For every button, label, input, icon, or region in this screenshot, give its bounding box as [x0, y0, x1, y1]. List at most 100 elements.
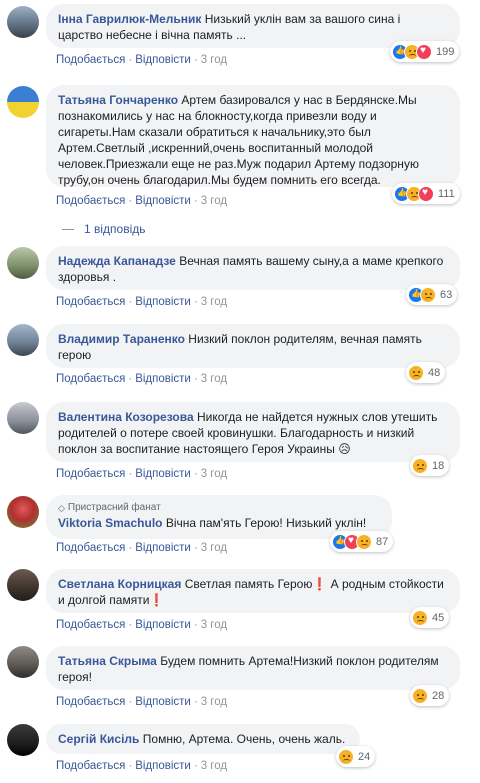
like-link[interactable]: Подобається — [56, 542, 125, 554]
like-link[interactable]: Подобається — [56, 373, 125, 385]
reactions-summary[interactable]: 48 — [406, 362, 446, 383]
comment-actions: Подобається · Відповісти · 3 год — [56, 373, 227, 385]
reaction-count: 48 — [428, 366, 441, 379]
reactions-summary[interactable]: 111 — [392, 183, 460, 204]
timestamp[interactable]: 3 год — [201, 619, 227, 631]
avatar[interactable] — [7, 6, 39, 38]
comment-author[interactable]: Інна Гаврилюк-Мельник — [58, 12, 201, 26]
avatar[interactable] — [7, 724, 39, 756]
comment-author[interactable]: Владимир Тараненко — [58, 332, 185, 346]
avatar[interactable] — [7, 247, 39, 279]
timestamp[interactable]: 3 год — [201, 195, 227, 207]
comment-author[interactable]: Сергій Кисіль — [58, 732, 139, 746]
timestamp[interactable]: 3 год — [201, 373, 227, 385]
comment-actions: Подобається · Відповісти · 3 год — [56, 54, 227, 66]
sad-icon — [420, 286, 436, 303]
fan-badge-label: Пристрасний фанат — [67, 502, 161, 513]
timestamp[interactable]: 3 год — [201, 296, 227, 308]
reactions-summary[interactable]: 63 — [406, 284, 458, 305]
like-link[interactable]: Подобається — [56, 296, 125, 308]
timestamp[interactable]: 3 год — [201, 760, 227, 772]
comment-author[interactable]: Татьяна Скрыма — [58, 654, 157, 668]
separator: · — [128, 373, 133, 385]
love-icon — [418, 185, 434, 202]
like-link[interactable]: Подобається — [56, 468, 125, 480]
avatar[interactable] — [7, 646, 39, 678]
reaction-count: 28 — [432, 689, 445, 702]
separator: · — [193, 468, 198, 480]
separator: · — [128, 296, 133, 308]
comment-author[interactable]: Татьяна Гончаренко — [58, 93, 178, 107]
reply-link[interactable]: Відповісти — [135, 696, 191, 708]
separator: · — [193, 373, 198, 385]
timestamp[interactable]: 3 год — [201, 54, 227, 66]
reply-link[interactable]: Відповісти — [135, 54, 191, 66]
comment-author[interactable]: Viktoria Smachulo — [58, 516, 162, 530]
separator: · — [128, 468, 133, 480]
separator: · — [193, 696, 198, 708]
separator: · — [128, 195, 133, 207]
sad-icon — [338, 748, 354, 765]
avatar[interactable] — [7, 324, 39, 356]
reply-link[interactable]: Відповісти — [135, 468, 191, 480]
comment-author[interactable]: Светлана Корницкая — [58, 577, 181, 591]
reactions-summary[interactable]: 199 — [390, 41, 460, 62]
reaction-count: 24 — [358, 750, 371, 763]
comment-bubble: Сергій Кисіль Помню, Артема. Очень, очен… — [46, 724, 360, 754]
comment-bubble: Владимир Тараненко Низкий поклон родител… — [46, 324, 460, 368]
avatar[interactable] — [7, 86, 39, 118]
reactions-summary[interactable]: 24 — [336, 746, 376, 767]
like-link[interactable]: Подобається — [56, 760, 125, 772]
comment-text: Вічна пам'ять Герою! Низький уклін! — [165, 516, 367, 530]
reply-link[interactable]: Відповісти — [135, 296, 191, 308]
reply-link[interactable]: Відповісти — [135, 619, 191, 631]
comment-bubble: Татьяна Скрыма Будем помнить Артема!Низк… — [46, 646, 460, 690]
diamond-icon: ◇ — [58, 503, 65, 513]
separator: · — [193, 760, 198, 772]
reactions-summary[interactable]: 28 — [410, 685, 450, 706]
comment-bubble: Надежда Капанадзе Вечная память вашему с… — [46, 246, 460, 290]
reactions-summary[interactable]: 45 — [410, 607, 450, 628]
comment-text: Помню, Артема. Очень, очень жаль. — [142, 732, 346, 746]
comment-author[interactable]: Валентина Козорезова — [58, 410, 194, 424]
reaction-count: 45 — [432, 611, 445, 624]
sad-icon — [408, 364, 424, 381]
like-link[interactable]: Подобається — [56, 54, 125, 66]
view-replies-link[interactable]: 1 відповідь — [62, 222, 146, 236]
separator: · — [128, 54, 133, 66]
sad-icon — [412, 457, 428, 474]
timestamp[interactable]: 3 год — [201, 696, 227, 708]
avatar[interactable] — [7, 569, 39, 601]
reactions-summary[interactable]: 18 — [410, 455, 450, 476]
reply-line-icon — [62, 228, 74, 230]
comment-actions: Подобається · Відповісти · 3 год — [56, 296, 227, 308]
love-icon — [416, 43, 432, 60]
comment-text: Артем базировался у нас в Бердянске.Мы п… — [58, 93, 419, 187]
emoji: 😥 — [338, 442, 351, 456]
like-link[interactable]: Подобається — [56, 696, 125, 708]
sad-icon — [412, 609, 428, 626]
avatar[interactable] — [7, 496, 39, 528]
like-link[interactable]: Подобається — [56, 195, 125, 207]
fan-badge: ◇ Пристрасний фанат — [58, 502, 380, 514]
reply-link[interactable]: Відповісти — [135, 373, 191, 385]
comment-actions: Подобається · Відповісти · 3 год — [56, 195, 227, 207]
reply-link[interactable]: Відповісти — [135, 542, 191, 554]
timestamp[interactable]: 3 год — [201, 468, 227, 480]
reaction-count: 111 — [438, 187, 455, 200]
comment-actions: Подобається · Відповісти · 3 год — [56, 696, 227, 708]
reply-link[interactable]: Відповісти — [135, 195, 191, 207]
avatar[interactable] — [7, 402, 39, 434]
separator: · — [193, 54, 198, 66]
comment-author[interactable]: Надежда Капанадзе — [58, 254, 176, 268]
timestamp[interactable]: 3 год — [201, 542, 227, 554]
separator: · — [193, 619, 198, 631]
comment-actions: Подобається · Відповісти · 3 год — [56, 542, 227, 554]
reactions-summary[interactable]: 87 — [330, 531, 394, 552]
reply-link[interactable]: Відповісти — [135, 760, 191, 772]
separator: · — [193, 195, 198, 207]
replies-count[interactable]: 1 відповідь — [84, 222, 146, 236]
separator: · — [128, 542, 133, 554]
comment-bubble: Светлана Корницкая Светлая память Герою❗… — [46, 569, 460, 613]
like-link[interactable]: Подобається — [56, 619, 125, 631]
